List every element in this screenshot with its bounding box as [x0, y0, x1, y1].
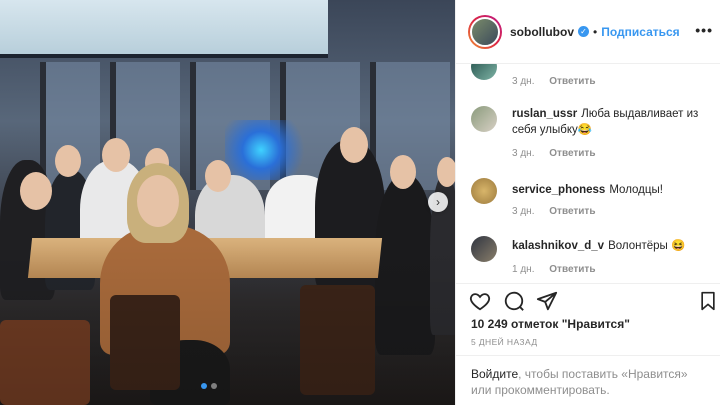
reply-button[interactable]: Ответить [549, 148, 595, 159]
reply-button[interactable]: Ответить [549, 76, 595, 87]
comment-meta: 3 дн. Ответить [512, 206, 595, 217]
commenter-avatar[interactable] [471, 64, 497, 80]
comment-username[interactable]: ruslan_ussr [512, 108, 577, 120]
comment-username[interactable]: service_phoness [512, 184, 605, 196]
reply-button[interactable]: Ответить [549, 264, 595, 275]
follow-button[interactable]: Подписаться [601, 25, 679, 39]
bookmark-icon[interactable] [698, 290, 718, 312]
commenter-avatar[interactable] [471, 178, 497, 204]
post-side-panel: sobollubov ✓ • Подписаться ••• 3 дн. Отв… [455, 0, 720, 405]
comment-time: 3 дн. [512, 206, 535, 217]
next-photo-button[interactable]: › [428, 192, 448, 212]
chevron-right-icon: › [436, 195, 440, 209]
comment-body: service_phoness Молодцы! [512, 182, 712, 198]
carousel-dot [211, 383, 217, 389]
comment-meta: 1 дн. Ответить [512, 264, 595, 275]
photo-shade [0, 0, 455, 405]
commenter-avatar[interactable] [471, 236, 497, 262]
comment-time: 3 дн. [512, 148, 535, 159]
reply-button[interactable]: Ответить [549, 206, 595, 217]
comment-time: 1 дн. [512, 264, 535, 275]
comment-body: ruslan_ussr Люба выдавливает из себя улыб… [512, 106, 712, 138]
comments-list[interactable]: 3 дн. Ответить ruslan_ussr Люба выдавлива… [456, 64, 720, 282]
comment-meta: 3 дн. Ответить [512, 76, 595, 87]
avatar-image [470, 16, 500, 47]
separator: • [593, 24, 598, 39]
carousel-dots [201, 383, 217, 389]
post-photo[interactable] [0, 0, 455, 405]
share-icon[interactable] [536, 290, 558, 312]
login-prompt: Войдите, чтобы поставить «Нравится» или … [456, 355, 720, 405]
comment-icon[interactable] [503, 290, 525, 312]
post-date[interactable]: 5 ДНЕЙ НАЗАД [471, 337, 537, 347]
more-options-icon[interactable]: ••• [695, 22, 713, 38]
post-header: sobollubov ✓ • Подписаться ••• [456, 0, 720, 64]
comment-meta: 3 дн. Ответить [512, 148, 595, 159]
comment-text: Волонтёры 😆 [608, 240, 686, 252]
verified-icon: ✓ [578, 26, 589, 37]
comment-time: 3 дн. [512, 76, 535, 87]
comment-text: Молодцы! [609, 184, 663, 196]
comment-body: kalashnikov_d_v Волонтёры 😆 [512, 238, 712, 254]
likes-count[interactable]: 10 249 отметок "Нравится" [471, 317, 630, 331]
comment-username[interactable]: kalashnikov_d_v [512, 240, 604, 252]
author-avatar[interactable] [468, 14, 502, 49]
heart-icon[interactable] [469, 290, 491, 312]
action-bar [456, 283, 720, 319]
author-username[interactable]: sobollubov [510, 25, 574, 39]
commenter-avatar[interactable] [471, 106, 497, 132]
login-link[interactable]: Войдите [471, 367, 518, 381]
post-modal: › sobollubov ✓ • Подписаться ••• 3 дн. О… [0, 0, 720, 405]
carousel-dot-active [201, 383, 207, 389]
